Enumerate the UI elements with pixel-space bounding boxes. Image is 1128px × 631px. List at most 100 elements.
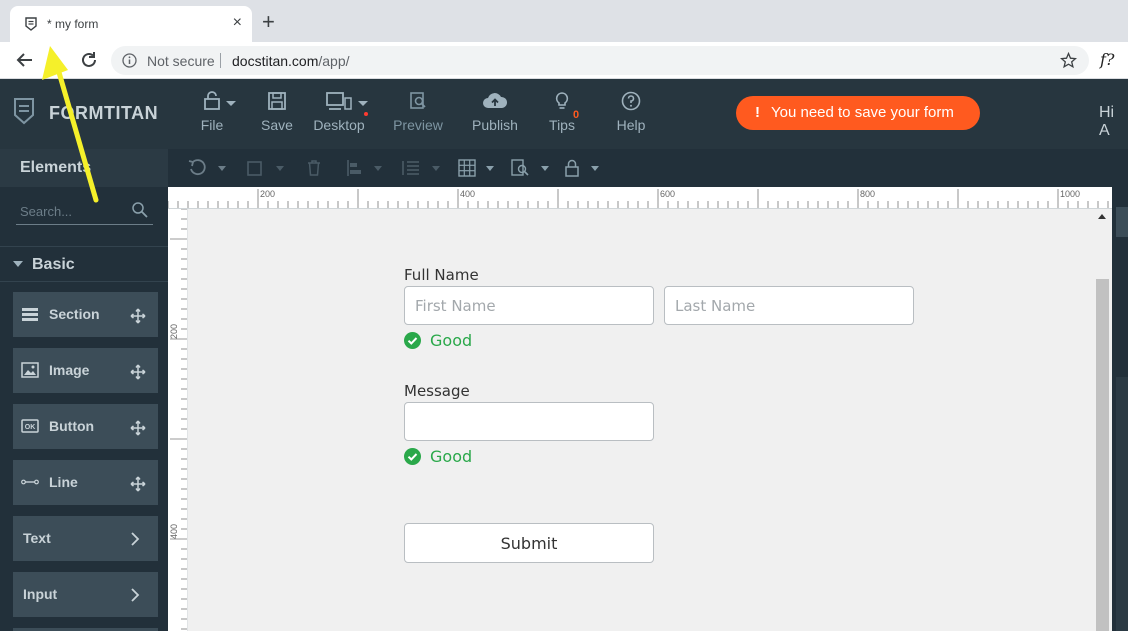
elements-sidebar: Elements Basic Section Image — [0, 149, 168, 631]
inspect-icon[interactable] — [510, 159, 530, 177]
formtitan-logo-icon — [14, 98, 34, 125]
element-image[interactable]: Image — [13, 348, 158, 393]
preview-button[interactable]: Preview — [392, 91, 444, 143]
file-menu-button[interactable]: File — [196, 91, 228, 143]
device-notification-dot — [364, 112, 368, 116]
element-line[interactable]: Line — [13, 460, 158, 505]
file-dropdown-icon[interactable] — [226, 101, 236, 106]
image-icon — [21, 362, 39, 378]
url-host: docstitan.com — [232, 53, 319, 69]
align-dropdown-icon[interactable] — [374, 166, 382, 171]
check-circle-icon — [404, 332, 421, 349]
save-label: Save — [261, 117, 293, 133]
element-label: Input — [23, 586, 58, 602]
scroll-up-arrow-icon[interactable] — [1098, 214, 1106, 219]
status-text: Good — [430, 447, 473, 466]
address-bar[interactable]: Not secure docstitan.com/app/ — [111, 46, 1089, 75]
panel-tab[interactable] — [1116, 207, 1128, 237]
svg-text:OK: OK — [25, 424, 36, 431]
grid-dropdown-icon[interactable] — [486, 166, 494, 171]
editor-toolbar — [168, 149, 1112, 187]
security-status: Not secure — [147, 53, 215, 69]
element-group-input[interactable]: Input — [13, 572, 158, 617]
tips-count-badge: 0 — [573, 109, 580, 121]
undo-icon[interactable] — [188, 159, 208, 177]
ruler-label: 200 — [169, 323, 179, 339]
line-icon — [21, 479, 39, 485]
browser-tabstrip: * my form × + — [0, 0, 1128, 42]
button-icon: OK — [21, 419, 39, 433]
reload-icon[interactable] — [78, 49, 100, 71]
info-icon[interactable] — [122, 53, 137, 68]
message-label: Message — [404, 382, 470, 400]
chevron-right-icon — [131, 532, 140, 546]
brand-name: FORMTITAN — [49, 103, 159, 123]
submit-button[interactable]: Submit — [404, 523, 654, 563]
alert-message: You need to save your form — [771, 104, 954, 121]
elements-title: Elements — [0, 149, 168, 187]
element-label: Button — [49, 418, 95, 434]
lightbulb-icon — [555, 92, 569, 109]
extension-icon[interactable]: f? — [1100, 50, 1115, 69]
tab-close-icon[interactable]: × — [233, 14, 242, 32]
first-name-field[interactable] — [404, 286, 654, 325]
element-search[interactable] — [16, 197, 153, 225]
right-properties-panel — [1112, 149, 1128, 631]
new-tab-button[interactable]: + — [262, 11, 275, 33]
cloud-upload-icon — [483, 93, 508, 108]
copy-dropdown-icon[interactable] — [276, 166, 284, 171]
category-label: Basic — [32, 256, 75, 273]
element-section[interactable]: Section — [13, 292, 158, 337]
help-button[interactable]: Help — [615, 91, 647, 143]
message-field[interactable] — [404, 402, 654, 441]
user-greeting[interactable]: Hi A — [1099, 104, 1128, 140]
tab-title: * my form — [47, 17, 99, 31]
vertical-ruler-ticks — [170, 209, 187, 630]
copy-icon[interactable] — [246, 159, 264, 177]
bookmark-star-icon[interactable] — [1060, 52, 1077, 69]
status-text: Good — [430, 331, 473, 350]
element-button[interactable]: OK Button — [13, 404, 158, 449]
lock-icon — [204, 91, 220, 110]
collapse-triangle-icon — [13, 261, 23, 267]
element-group-text[interactable]: Text — [13, 516, 158, 561]
app-header: FORMTITAN File Save Desktop Preview Publ… — [0, 79, 1128, 149]
device-dropdown-icon[interactable] — [358, 101, 368, 106]
device-view-button[interactable]: Desktop — [311, 91, 367, 143]
lock-dropdown-icon[interactable] — [591, 166, 599, 171]
save-icon — [268, 92, 286, 110]
distribute-icon[interactable] — [401, 159, 421, 177]
name-validation-status: Good — [404, 331, 484, 351]
ruler-label: 400 — [169, 523, 179, 539]
grid-icon[interactable] — [458, 159, 476, 177]
preview-icon — [410, 92, 426, 109]
move-icon[interactable] — [130, 308, 146, 324]
move-icon[interactable] — [130, 364, 146, 380]
lock-icon[interactable] — [564, 159, 580, 177]
url-text[interactable]: docstitan.com/app/ — [232, 53, 350, 69]
message-validation-status: Good — [404, 447, 484, 467]
trash-icon[interactable] — [305, 159, 323, 177]
help-label: Help — [616, 117, 646, 133]
unsaved-form-alert[interactable]: ! You need to save your form — [736, 96, 980, 130]
move-icon[interactable] — [130, 476, 146, 492]
element-label: Line — [49, 474, 78, 490]
undo-dropdown-icon[interactable] — [218, 166, 226, 171]
category-basic[interactable]: Basic — [0, 246, 168, 282]
scrollbar-thumb[interactable] — [1096, 279, 1109, 631]
panel-section — [1116, 377, 1128, 631]
element-label: Text — [23, 530, 51, 546]
search-input[interactable] — [20, 201, 120, 221]
file-label: File — [200, 117, 224, 133]
search-icon[interactable] — [131, 201, 149, 219]
publish-button[interactable]: Publish — [469, 91, 521, 143]
last-name-field[interactable] — [664, 286, 914, 325]
save-button[interactable]: Save — [259, 91, 295, 143]
inspect-dropdown-icon[interactable] — [541, 166, 549, 171]
distribute-dropdown-icon[interactable] — [432, 166, 440, 171]
browser-tab[interactable]: * my form × — [10, 6, 252, 42]
align-left-icon[interactable] — [346, 159, 364, 177]
back-arrow-icon[interactable] — [14, 49, 36, 71]
ruler-label: 600 — [660, 189, 676, 199]
move-icon[interactable] — [130, 420, 146, 436]
